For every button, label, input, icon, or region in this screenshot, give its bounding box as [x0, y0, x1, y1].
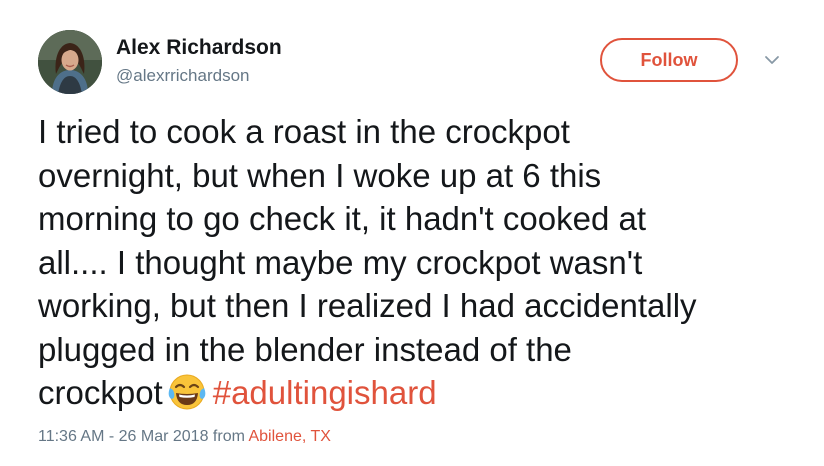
chevron-down-icon[interactable] [762, 52, 782, 68]
avatar-photo [38, 30, 102, 94]
tweet-line: overnight, but when I woke up at 6 this [38, 156, 602, 194]
follow-button[interactable]: Follow [600, 38, 738, 82]
tweet-meta: 11:36 AM - 26 Mar 2018 from Abilene, TX [38, 428, 331, 446]
face-with-tears-of-joy-icon [167, 372, 207, 412]
tweet-line: working, but then I realized I had accid… [38, 287, 697, 324]
tweet-last-line: crockpot #adultingishard [38, 371, 798, 415]
author-handle[interactable]: @alexrrichardson [116, 66, 249, 86]
tweet-line: I tried to cook a roast in the crockpot [38, 113, 570, 150]
author-name[interactable]: Alex Richardson [116, 36, 282, 60]
from-label: from [212, 428, 245, 445]
timestamp[interactable]: 11:36 AM - 26 Mar 2018 [38, 428, 208, 445]
tweet-line: plugged in the blender instead of the [38, 330, 572, 368]
avatar[interactable] [38, 30, 102, 94]
tweet-text: I tried to cook a roast in the crockpot … [38, 110, 798, 415]
location-link[interactable]: Abilene, TX [248, 428, 330, 445]
hashtag-link[interactable]: #adultingishard [213, 374, 437, 411]
tweet-card: Alex Richardson @alexrrichardson Follow … [0, 0, 824, 466]
tweet-line: all.... I thought maybe my crockpot wasn… [38, 243, 643, 281]
tweet-line: morning to go check it, it hadn't cooked… [38, 200, 646, 237]
tweet-line-text: crockpot [38, 374, 163, 411]
